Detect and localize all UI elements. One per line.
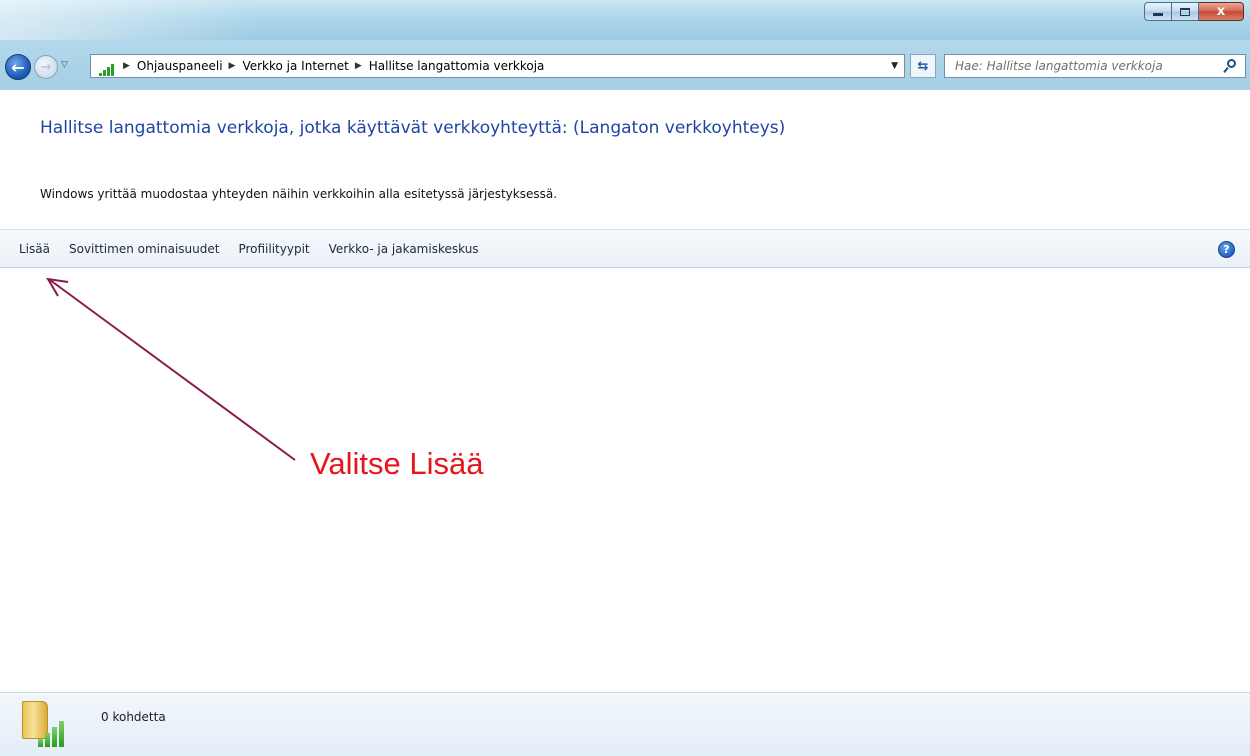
title-bar: x xyxy=(0,0,1250,40)
status-bar: 0 kohdetta xyxy=(0,692,1250,756)
search-input[interactable] xyxy=(945,56,1215,76)
maximize-button[interactable] xyxy=(1172,2,1199,21)
search-box[interactable] xyxy=(944,54,1246,78)
minimize-button[interactable] xyxy=(1144,2,1172,21)
help-glyph: ? xyxy=(1223,243,1230,256)
page-description: Windows yrittää muodostaa yhteyden näihi… xyxy=(40,187,558,201)
adapter-properties-button[interactable]: Sovittimen ominaisuudet xyxy=(69,242,219,256)
refresh-icon: ⇆ xyxy=(917,58,929,74)
search-icon[interactable] xyxy=(1223,59,1237,73)
page-title: Hallitse langattomia verkkoja, jotka käy… xyxy=(40,118,786,138)
close-icon: x xyxy=(1216,4,1226,19)
back-arrow-icon: ← xyxy=(11,57,25,77)
forward-button[interactable]: → xyxy=(34,55,58,79)
wireless-network-icon xyxy=(95,56,117,76)
navigation-bar: ← → ▽ ▶ Ohjauspaneeli ▶ Verkko ja Intern… xyxy=(0,40,1250,90)
command-bar: Lisää Sovittimen ominaisuudet Profiility… xyxy=(0,229,1250,268)
breadcrumb-chevron-icon[interactable]: ▶ xyxy=(355,61,362,71)
back-button[interactable]: ← xyxy=(5,54,31,80)
maximize-icon xyxy=(1180,7,1190,16)
help-icon[interactable]: ? xyxy=(1218,241,1235,258)
address-dropdown-icon[interactable]: ▼ xyxy=(891,61,898,71)
breadcrumb: ▶ Ohjauspaneeli ▶ Verkko ja Internet ▶ H… xyxy=(117,55,544,77)
breadcrumb-item-network-and-internet[interactable]: Verkko ja Internet xyxy=(242,59,348,73)
close-button[interactable]: x xyxy=(1199,2,1244,21)
add-button[interactable]: Lisää xyxy=(19,242,50,256)
recent-pages-dropdown[interactable]: ▽ xyxy=(61,60,68,70)
refresh-button[interactable]: ⇆ xyxy=(910,54,936,78)
title-bar-glow xyxy=(0,0,260,40)
item-count: 0 kohdetta xyxy=(101,710,166,724)
forward-arrow-icon: → xyxy=(40,59,52,75)
network-list[interactable] xyxy=(0,268,1250,692)
minimize-icon xyxy=(1153,13,1163,16)
network-and-sharing-center-button[interactable]: Verkko- ja jakamiskeskus xyxy=(329,242,479,256)
window-controls: x xyxy=(1144,2,1244,21)
annotation-label: Valitse Lisää xyxy=(310,446,484,481)
breadcrumb-item-manage-wireless-networks[interactable]: Hallitse langattomia verkkoja xyxy=(369,59,545,73)
breadcrumb-chevron-icon[interactable]: ▶ xyxy=(123,61,130,71)
profile-types-button[interactable]: Profiilityypit xyxy=(238,242,309,256)
wireless-folder-icon xyxy=(22,701,76,749)
breadcrumb-chevron-icon[interactable]: ▶ xyxy=(229,61,236,71)
breadcrumb-item-control-panel[interactable]: Ohjauspaneeli xyxy=(137,59,223,73)
address-bar[interactable]: ▶ Ohjauspaneeli ▶ Verkko ja Internet ▶ H… xyxy=(90,54,905,78)
